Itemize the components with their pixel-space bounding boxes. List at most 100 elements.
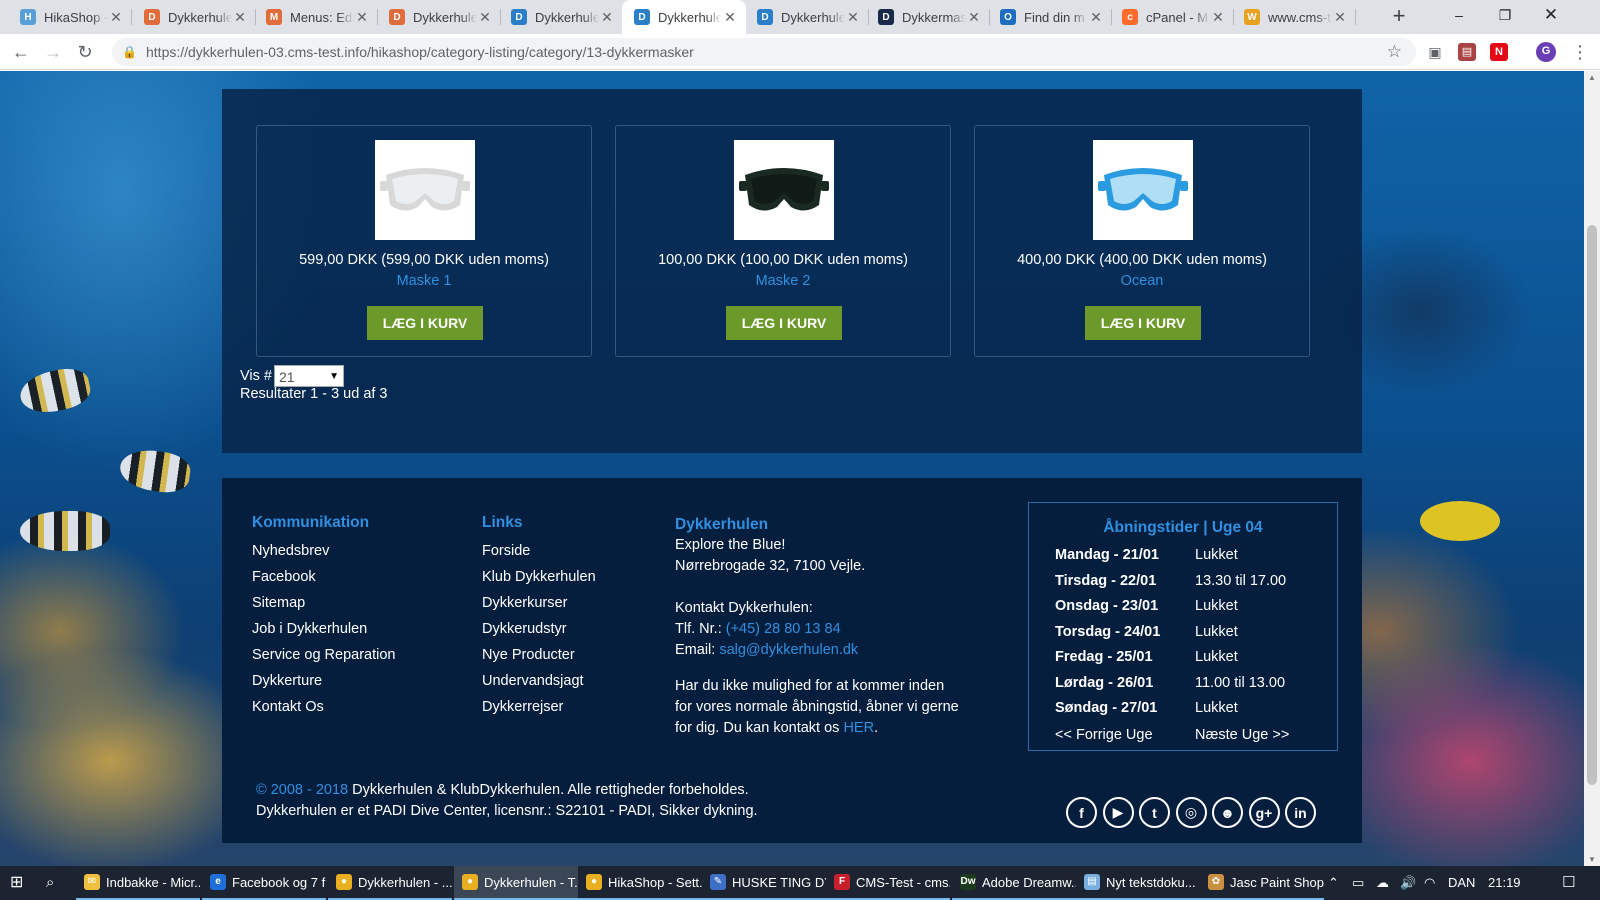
footer-link[interactable]: Dykkerrejser [482,694,596,720]
scroll-up-icon[interactable]: ▲ [1584,73,1600,82]
footer-link[interactable]: Klub Dykkerhulen [482,564,596,590]
tab-close-icon[interactable]: ✕ [599,9,615,26]
tab-close-icon[interactable]: ✕ [477,9,493,26]
footer-link-kommunikation[interactable]: Dykkerture [252,668,395,694]
tab-close-icon[interactable]: ✕ [232,9,248,26]
note-line: Har du ikke mulighed for at kommer inden [675,678,945,694]
product-image[interactable] [734,140,834,240]
browser-tab[interactable]: M Menus: Edi ✕ [254,0,378,34]
page-scrollbar[interactable]: ▲ ▼ [1584,71,1600,866]
new-tab-button[interactable]: + [1386,4,1412,30]
forward-icon[interactable]: → [40,40,66,64]
phone-link[interactable]: (+45) 28 80 13 84 [726,621,841,637]
taskbar-app[interactable]: ● Dykkerhulen - T... [454,866,578,900]
cloud-icon[interactable]: ☁ [1376,866,1389,900]
community-icon[interactable]: ☻ [1212,797,1243,828]
address-bar[interactable]: 🔒 https://dykkerhulen-03.cms-test.info/h… [112,38,1416,66]
scrollbar-thumb[interactable] [1587,225,1597,785]
language-indicator[interactable]: DAN [1448,866,1475,900]
facebook-icon[interactable]: f [1066,797,1097,828]
footer-link[interactable]: Dykkerkurser [482,590,596,616]
browser-tab[interactable]: D Dykkerhule ✕ [622,0,746,34]
footer-link[interactable]: Undervandsjagt [482,668,596,694]
taskbar-app[interactable]: F CMS-Test - cms... [826,866,950,900]
browser-tab[interactable]: D Dykkerhule ✕ [377,0,501,34]
windows-start-icon[interactable]: ⊞ [10,866,23,900]
menu-kebab-icon[interactable]: ⋮ [1570,40,1590,64]
reload-icon[interactable]: ↻ [72,40,98,64]
clock[interactable]: 21:19 [1488,866,1521,900]
add-to-cart-button[interactable]: LÆG I KURV [726,306,842,340]
contact-here-link[interactable]: HER [843,720,874,736]
footer-link-kommunikation[interactable]: Service og Reparation [252,642,395,668]
footer-link[interactable]: Nye Producter [482,642,596,668]
items-per-page-select[interactable]: 21 ▼ [273,365,344,387]
n-icon[interactable]: N [1490,43,1508,61]
close-window-button[interactable]: ✕ [1528,0,1574,30]
footer-link-kommunikation[interactable]: Kontakt Os [252,694,395,720]
browser-tab[interactable]: H HikaShop - ✕ [8,0,132,34]
hours-time: Lukket [1195,623,1238,640]
product-name-link[interactable]: Maske 1 [257,273,591,289]
search-icon[interactable]: ⌕ [46,866,54,900]
browser-tab[interactable]: O Find din m ✕ [988,0,1112,34]
browser-tab[interactable]: D Dykkermas ✕ [866,0,990,34]
tab-close-icon[interactable]: ✕ [1332,9,1348,26]
volume-icon[interactable]: 🔊 [1400,866,1416,900]
taskbar-app[interactable]: ● Dykkerhulen - ... [328,866,452,900]
add-to-cart-button[interactable]: LÆG I KURV [367,306,483,340]
taskbar-app[interactable]: ● HikaShop - Sett... [578,866,702,900]
twitter-icon[interactable]: t [1139,797,1170,828]
tab-close-icon[interactable]: ✕ [354,9,370,26]
footer-link[interactable]: Forside [482,538,596,564]
taskbar-app[interactable]: Dw Adobe Dreamw... [952,866,1076,900]
taskbar-app[interactable]: e Facebook og 7 f... [202,866,326,900]
product-image[interactable] [1093,140,1193,240]
scroll-down-icon[interactable]: ▼ [1584,855,1600,864]
add-to-cart-button[interactable]: LÆG I KURV [1085,306,1201,340]
tab-close-icon[interactable]: ✕ [108,9,124,26]
linkedin-icon[interactable]: in [1285,797,1316,828]
tab-close-icon[interactable]: ✕ [1088,9,1104,26]
email-link[interactable]: salg@dykkerhulen.dk [719,642,858,658]
tab-close-icon[interactable]: ✕ [966,9,982,26]
tray-chevron-icon[interactable]: ⌃ [1328,866,1339,900]
browser-tab[interactable]: Wwww.cms-t ✕ [1232,0,1356,34]
tab-close-icon[interactable]: ✕ [722,9,738,26]
minimize-button[interactable]: – [1436,0,1482,30]
next-week-link[interactable]: Næste Uge >> [1195,727,1289,743]
taskbar-app-label: Nyt tekstdoku... [1106,874,1196,890]
youtube-icon[interactable]: ▶ [1102,797,1134,828]
instagram-icon[interactable]: ◎ [1175,797,1207,828]
taskbar-app[interactable]: ▤ Nyt tekstdoku... [1076,866,1200,900]
product-image[interactable] [375,140,475,240]
product-name-link[interactable]: Maske 2 [616,273,950,289]
tab-close-icon[interactable]: ✕ [845,9,861,26]
google-plus-icon[interactable]: g+ [1248,797,1280,828]
product-name-link[interactable]: Ocean [975,273,1309,289]
taskbar-app[interactable]: ✿ Jasc Paint Shop... [1200,866,1324,900]
taskbar-app[interactable]: ✉ Indbakke - Micr... [76,866,200,900]
browser-tab[interactable]: D Dykkerhule ✕ [132,0,256,34]
browser-tab[interactable]: c cPanel - M ✕ [1110,0,1234,34]
pdf-icon[interactable]: ▤ [1458,43,1476,61]
browser-tab[interactable]: D Dykkerhule ✕ [499,0,623,34]
product-price: 400,00 DKK (400,00 DKK uden moms) [1017,252,1267,268]
profile-avatar[interactable]: G [1536,42,1556,62]
footer-link[interactable]: Dykkerudstyr [482,616,596,642]
notification-icon[interactable]: ☐ [1562,866,1575,900]
footer-link-kommunikation[interactable]: Sitemap [252,590,395,616]
previous-week-link[interactable]: << Forrige Uge [1055,727,1195,743]
tab-close-icon[interactable]: ✕ [1210,9,1226,26]
wifi-icon[interactable]: ◠ [1424,866,1435,900]
back-icon[interactable]: ← [8,40,34,64]
footer-link-kommunikation[interactable]: Job i Dykkerhulen [252,616,395,642]
footer-link-kommunikation[interactable]: Facebook [252,564,395,590]
camera-icon[interactable]: ▣ [1426,43,1444,61]
footer-link-kommunikation[interactable]: Nyhedsbrev [252,538,395,564]
bookmark-star-icon[interactable]: ☆ [1387,42,1402,62]
restore-button[interactable]: ❐ [1482,0,1528,30]
battery-icon[interactable]: ▭ [1352,866,1364,900]
browser-tab[interactable]: D Dykkerhule ✕ [745,0,869,34]
taskbar-app[interactable]: ✎ HUSKE TING DY... [702,866,826,900]
